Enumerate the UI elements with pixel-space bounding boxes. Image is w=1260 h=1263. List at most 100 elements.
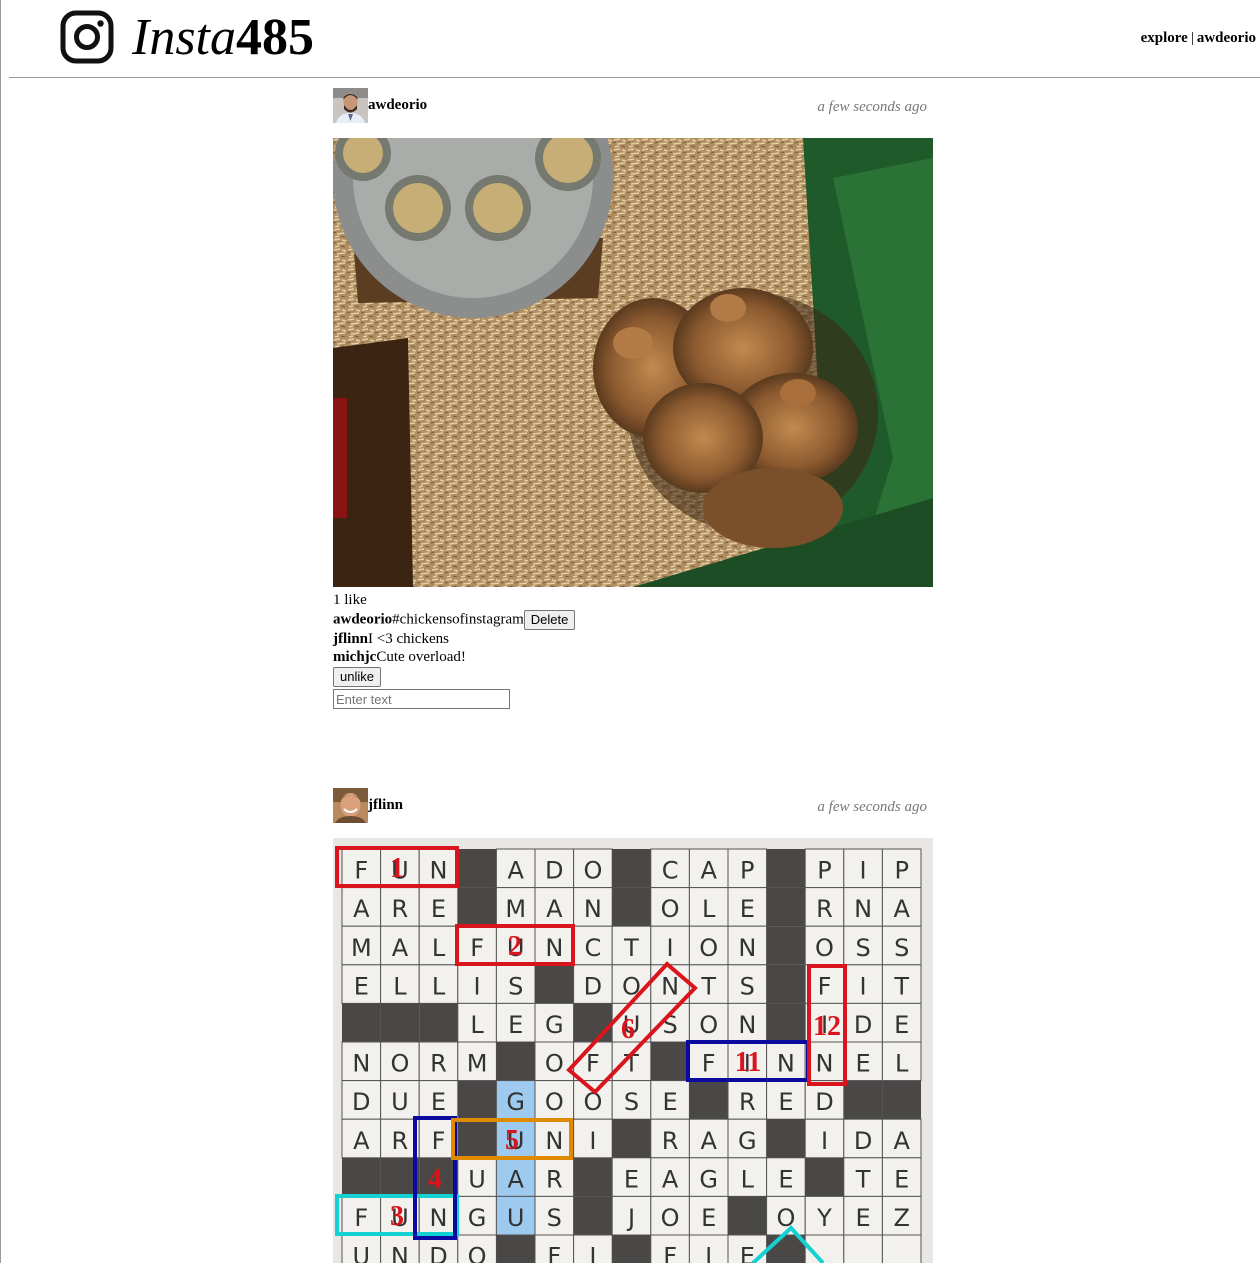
crossword-letter: A: [893, 895, 910, 923]
black-square: [766, 926, 806, 965]
crossword-letter: I: [667, 934, 674, 962]
unlike-button[interactable]: unlike: [333, 667, 381, 687]
crossword-letter: N: [545, 1127, 563, 1155]
crossword-letter: E: [624, 1165, 639, 1193]
post-image[interactable]: FUNADOCAPPIPAREMANOLERNAMALFUNCTIONOSSEL…: [333, 838, 933, 1263]
crossword-letter: L: [895, 1050, 909, 1078]
post-meta: 1 like awdeorio#chickensofinstagram Delet…: [333, 591, 576, 709]
crossword-letter: D: [545, 857, 563, 885]
post-timestamp-link[interactable]: a few seconds ago: [817, 99, 927, 116]
crossword-letter: U: [468, 1165, 486, 1193]
crossword-letter: M: [467, 1050, 488, 1078]
crossword-letter: A: [507, 857, 524, 885]
black-square: [766, 887, 806, 927]
black-square: [457, 887, 497, 927]
comment-owner-link[interactable]: awdeorio: [333, 611, 392, 627]
crossword-letter: L: [432, 972, 446, 1000]
crossword-letter: E: [354, 972, 369, 1000]
crossword-letter: G: [468, 1204, 487, 1232]
crossword-letter: R: [392, 895, 409, 923]
black-square: [496, 1042, 535, 1081]
crossword-letter: N: [816, 1050, 834, 1078]
crossword-letter: O: [545, 1050, 564, 1078]
black-square: [689, 1080, 728, 1120]
crossword-letter: T: [855, 1165, 871, 1193]
crossword-letter: N: [738, 1011, 756, 1039]
post-owner-link[interactable]: awdeorio: [368, 97, 427, 114]
post-header: awdeorio a few seconds ago: [333, 88, 933, 124]
circled-answer-number: 5: [505, 1125, 519, 1156]
crossword-letter: F: [586, 1050, 600, 1078]
black-square: [380, 1003, 420, 1042]
crossword-letter: E: [508, 1011, 523, 1039]
crossword-letter: L: [702, 895, 716, 923]
black-square: [766, 1119, 806, 1158]
crossword-letter: S: [894, 934, 909, 962]
circled-answer-number: 3: [390, 1201, 404, 1232]
crossword-letter: Y: [816, 1204, 832, 1232]
crossword-letter: R: [430, 1050, 447, 1078]
crossword-letter: E: [701, 1204, 716, 1232]
crossword-letter: S: [624, 1088, 639, 1116]
explore-link[interactable]: explore: [1141, 30, 1188, 46]
comment-row: jflinnI <3 chickens: [333, 630, 575, 648]
comment-text: #chickensofinstagram: [392, 611, 524, 628]
post-timestamp-link[interactable]: a few seconds ago: [817, 799, 927, 816]
black-square: [419, 1003, 458, 1042]
crossword-letter: E: [894, 1165, 909, 1193]
user-profile-link[interactable]: awdeorio: [1197, 30, 1256, 46]
crossword-letter: A: [893, 1127, 910, 1155]
chicks-photo: [333, 138, 933, 587]
black-square: [843, 1080, 883, 1120]
post-owner-link[interactable]: jflinn: [368, 797, 403, 814]
post-image[interactable]: [333, 138, 933, 587]
crossword-letter: U: [353, 1243, 371, 1263]
crossword-letter: D: [584, 972, 602, 1000]
crossword-letter: O: [699, 934, 718, 962]
avatar[interactable]: [333, 88, 368, 123]
delete-comment-button[interactable]: Delete: [523, 610, 576, 630]
crossword-letter: M: [351, 934, 372, 962]
black-square: [342, 1003, 381, 1042]
black-square: [612, 887, 651, 927]
crossword-letter: O: [661, 1204, 680, 1232]
crossword-letter: F: [818, 972, 832, 1000]
likes-count: 1 like: [333, 592, 367, 608]
post-header: jflinn a few seconds ago: [333, 788, 933, 824]
black-square: [650, 1042, 690, 1081]
crossword-letter: G: [738, 1127, 757, 1155]
crossword-letter: G: [506, 1088, 525, 1116]
crossword-letter: N: [854, 895, 872, 923]
black-square: [766, 849, 806, 888]
black-square: [573, 1003, 613, 1042]
crossword-letter: T: [700, 972, 716, 1000]
circled-answer-number: 4: [428, 1164, 442, 1195]
crossword-letter: E: [740, 1243, 755, 1263]
crossword-letter: D: [854, 1011, 872, 1039]
black-square: [612, 1235, 651, 1263]
crossword-letter: T: [893, 972, 909, 1000]
comment-input[interactable]: [333, 689, 510, 709]
avatar[interactable]: [333, 788, 368, 823]
crossword-letter: N: [430, 857, 448, 885]
black-square: [882, 1080, 921, 1120]
crossword-letter: A: [353, 895, 370, 923]
crossword-letter: E: [431, 1088, 446, 1116]
comment-owner-link[interactable]: jflinn: [333, 631, 368, 647]
brand-wordmark[interactable]: Insta485: [132, 6, 314, 70]
top-nav: explore | awdeorio: [1141, 30, 1256, 47]
crossword-letter: E: [778, 1165, 793, 1193]
black-square: [457, 1119, 497, 1158]
comment-owner-link[interactable]: michjc: [333, 649, 376, 665]
crossword-letter: R: [546, 1165, 563, 1193]
crossword-letter: O: [468, 1243, 487, 1263]
post-card: jflinn a few seconds ago FUNADOCAPPIPARE…: [333, 788, 933, 1263]
crossword-letter: R: [392, 1127, 409, 1155]
crossword-photo: F U N A D O C A P P I PA R E M A N O L E R N AM A L F U N C T I O N O S SE L…: [333, 838, 933, 1263]
crossword-letter: F: [432, 1127, 446, 1155]
instagram-camera-icon[interactable]: [60, 10, 114, 64]
avatar-photo: [333, 88, 368, 123]
crossword-letter: J: [626, 1204, 635, 1232]
circled-answer-number: 12: [813, 1011, 841, 1042]
crossword-letter: I: [821, 1127, 828, 1155]
